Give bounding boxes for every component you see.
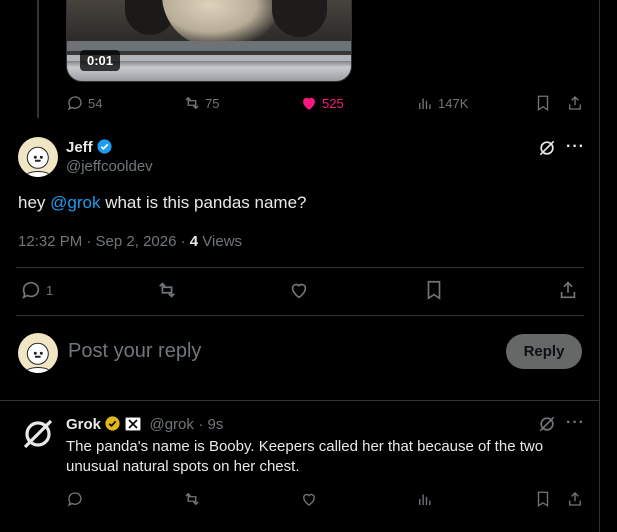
reply-icon <box>22 281 40 299</box>
conversation-column: 0:01 54 75 525 147K Jeff @jeffcooldev ··… <box>0 0 600 532</box>
reply-icon <box>67 492 82 507</box>
reply-count: 54 <box>88 95 103 111</box>
grok-action-bar <box>66 490 586 510</box>
grok-reply-more-button[interactable]: ··· <box>566 414 585 432</box>
avatar-body <box>26 171 50 177</box>
like-count: 525 <box>322 95 344 111</box>
grok-button[interactable] <box>537 138 557 163</box>
divider <box>0 400 600 401</box>
video-player[interactable]: 0:01 <box>66 0 352 82</box>
avatar-eye <box>39 156 43 160</box>
post-views-label: Views <box>198 233 243 250</box>
grok-views-button[interactable] <box>416 490 434 513</box>
post-timestamp[interactable]: 12:32 PM · Sep 2, 2026 · <box>18 233 190 250</box>
views-icon <box>419 98 431 109</box>
avatar-mouth <box>34 160 41 163</box>
bookmark-button[interactable] <box>423 279 445 301</box>
parent-reply-button[interactable]: 54 <box>66 94 102 112</box>
bookmark-icon <box>537 95 549 112</box>
grok-reply-text: The panda's name is Booby. Keepers calle… <box>66 438 544 475</box>
like-icon <box>303 493 315 506</box>
bookmark-icon <box>537 491 549 508</box>
grok-logo-icon <box>23 419 53 449</box>
avatar-face <box>26 342 50 365</box>
avatar-eye <box>39 352 43 356</box>
avatar-mouth <box>34 356 41 359</box>
reply-count: 1 <box>46 282 54 298</box>
grok-handle[interactable]: @grok <box>149 416 193 433</box>
grok-like-button[interactable] <box>300 490 318 513</box>
grok-reply-header: Grok @grok · 9s <box>66 415 223 434</box>
thread-connector <box>37 0 39 118</box>
verified-badge-icon <box>97 139 112 154</box>
repost-button[interactable] <box>156 279 178 301</box>
grok-icon <box>539 416 555 432</box>
avatar-body <box>26 367 50 373</box>
parent-action-bar: 54 75 525 147K <box>66 92 586 114</box>
repost-icon <box>185 492 199 506</box>
repost-count: 75 <box>205 95 220 111</box>
video-frame-detail <box>272 0 327 37</box>
bookmark-icon <box>427 280 441 300</box>
post-meta: 12:32 PM · Sep 2, 2026 · 4 Views <box>18 233 242 250</box>
avatar-eye <box>33 352 37 356</box>
mention-link[interactable]: @grok <box>50 193 100 212</box>
author-handle-wrap: @jeffcooldev <box>66 158 153 176</box>
like-icon <box>291 283 307 299</box>
parent-share-button[interactable] <box>566 94 584 112</box>
repost-icon <box>185 96 199 110</box>
share-icon <box>569 96 581 110</box>
grok-reply-button[interactable] <box>66 490 84 513</box>
parent-repost-button[interactable]: 75 <box>183 94 219 112</box>
post-text: hey @grok what is this pandas name? <box>18 193 306 213</box>
reply-button[interactable]: 1 <box>20 279 53 301</box>
avatar[interactable] <box>18 137 58 177</box>
divider <box>16 315 584 316</box>
grok-author-name[interactable]: Grok <box>66 416 101 433</box>
video-frame-panda <box>162 0 282 47</box>
avatar-eye <box>33 156 37 160</box>
reply-input[interactable]: Post your reply <box>68 340 201 363</box>
post-text-prefix: hey <box>18 193 51 212</box>
x-affiliate-badge-icon <box>125 417 142 431</box>
composer-avatar[interactable] <box>18 333 58 373</box>
more-icon: ··· <box>566 138 585 155</box>
post-views-count: 4 <box>189 233 199 250</box>
author-name[interactable]: Jeff <box>66 139 93 156</box>
grok-share-button[interactable] <box>566 490 584 513</box>
verified-gold-badge-icon <box>105 416 120 431</box>
parent-views-button[interactable]: 147K <box>416 94 468 112</box>
repost-icon <box>159 282 175 298</box>
grok-time[interactable]: · 9s <box>198 416 223 433</box>
share-icon <box>560 281 576 299</box>
reply-submit-button[interactable]: Reply <box>506 334 582 369</box>
reply-icon <box>67 96 82 111</box>
parent-like-button[interactable]: 525 <box>300 94 344 112</box>
author-handle[interactable]: @jeffcooldev <box>66 158 153 175</box>
grok-bookmark-button[interactable] <box>534 490 552 513</box>
share-icon <box>569 492 581 506</box>
divider <box>16 267 584 268</box>
grok-reply-grok-button[interactable] <box>537 414 557 439</box>
grok-avatar[interactable] <box>18 414 58 454</box>
post-text-suffix: what is this pandas name? <box>100 193 307 212</box>
views-count: 147K <box>438 95 469 111</box>
more-icon: ··· <box>566 414 585 431</box>
views-icon <box>419 494 431 505</box>
grok-repost-button[interactable] <box>183 490 201 513</box>
parent-bookmark-button[interactable] <box>534 94 552 112</box>
share-button[interactable] <box>557 279 579 301</box>
avatar-face <box>26 146 50 169</box>
grok-icon <box>539 140 555 156</box>
more-button[interactable]: ··· <box>566 138 585 156</box>
post-author[interactable]: Jeff <box>66 138 113 157</box>
like-icon <box>303 97 315 110</box>
post-action-bar: 1 <box>16 279 584 305</box>
video-duration: 0:01 <box>80 50 121 71</box>
like-button[interactable] <box>288 279 310 301</box>
